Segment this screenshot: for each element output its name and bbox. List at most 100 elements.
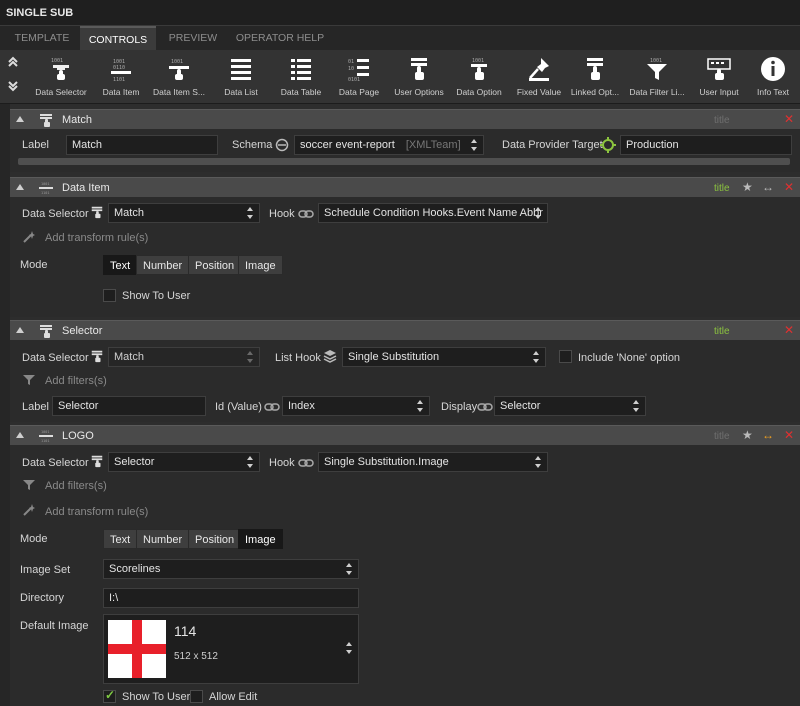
hook-select[interactable]: Single Substitution.Image [318, 452, 548, 472]
label-caption: Label [22, 139, 49, 151]
mode-number-button[interactable]: Number [136, 529, 190, 549]
panel-header-data-item[interactable]: 1001 1101 Data Item title ★ ↔ ✕ [10, 177, 800, 197]
tab-controls[interactable]: CONTROLS [80, 26, 156, 50]
left-gutter [0, 104, 10, 706]
data-selector-select[interactable]: Selector [108, 452, 260, 472]
data-option-icon: 1001 [471, 58, 487, 80]
toolbar-data-filter-list[interactable]: 1001 Data Filter Li... [626, 54, 688, 102]
include-none-checkbox[interactable] [559, 350, 572, 363]
star-icon[interactable]: ★ [742, 428, 753, 442]
filter-icon: 1001 [647, 58, 667, 80]
panel-body-logo: Data Selector Selector Hook Single Subst… [10, 445, 800, 706]
image-set-value: Scorelines [109, 563, 161, 575]
panel-tag: title [714, 183, 730, 194]
show-to-user-checkbox[interactable] [103, 289, 116, 302]
spin-icon [346, 562, 353, 576]
data-table-icon [291, 59, 311, 80]
add-transform-link[interactable]: Add transform rule(s) [45, 232, 148, 244]
toolbar-info-text[interactable]: Info Text [746, 54, 800, 102]
data-selector-select[interactable]: Match [108, 347, 260, 367]
list-hook-select[interactable]: Single Substitution [342, 347, 546, 367]
mode-caption: Mode [20, 533, 48, 545]
mode-text-button[interactable]: Text [103, 255, 138, 275]
toolbar-scroll[interactable] [6, 54, 28, 104]
close-icon[interactable]: ✕ [784, 180, 794, 194]
data-item-icon: 1001 1101 [39, 430, 53, 443]
toolbar-data-selector[interactable]: 1001 Data Selector [30, 54, 92, 102]
schema-source: [XMLTeam] [405, 139, 461, 151]
panel-header-logo[interactable]: 1001 1101 LOGO title ★ ↔ ✕ [10, 425, 800, 445]
mode-position-button[interactable]: Position [188, 255, 242, 275]
close-icon[interactable]: ✕ [784, 323, 794, 337]
wand-icon [23, 504, 35, 516]
data-selector-select[interactable]: Match [108, 203, 260, 223]
hook-select[interactable]: Schedule Condition Hooks.Event Name Abbr [318, 203, 548, 223]
collapse-icon[interactable] [16, 432, 24, 438]
mode-text-button[interactable]: Text [103, 529, 138, 549]
show-to-user-label: Show To User [122, 290, 191, 302]
target-input[interactable]: Production [620, 135, 792, 155]
tab-operator-help[interactable]: OPERATOR HELP [232, 26, 328, 50]
spin-icon [535, 206, 542, 220]
display-select[interactable]: Selector [494, 396, 646, 416]
hook-value: Single Substitution.Image [324, 456, 449, 468]
wand-icon [23, 231, 35, 243]
toolbar-data-item-s[interactable]: 1001 Data Item S... [148, 54, 210, 102]
double-chevron-icon [8, 56, 18, 92]
toolbar-data-page[interactable]: 01 10 0101 Data Page [328, 54, 390, 102]
data-selector-icon: 1001 [51, 58, 69, 80]
schema-select[interactable]: soccer event-report [XMLTeam] [294, 135, 484, 155]
svg-text:1001: 1001 [472, 58, 484, 64]
collapse-icon[interactable] [16, 327, 24, 333]
toolbar-data-item[interactable]: 1001 0110 1101 Data Item [90, 54, 152, 102]
panel-header-match[interactable]: Match title ✕ [10, 109, 800, 129]
add-transform-link[interactable]: Add transform rule(s) [45, 506, 148, 518]
label-input[interactable]: Selector [52, 396, 206, 416]
tab-template[interactable]: TEMPLATE [8, 26, 76, 50]
data-selector-caption: Data Selector [22, 208, 89, 220]
tab-preview[interactable]: PREVIEW [160, 26, 226, 50]
spin-icon [471, 138, 478, 152]
horizontal-scrollbar[interactable] [18, 158, 790, 165]
mode-number-button[interactable]: Number [136, 255, 190, 275]
data-selector-value: Selector [114, 456, 155, 468]
star-icon[interactable]: ★ [742, 180, 753, 194]
toolbar-fixed-value[interactable]: Fixed Value [508, 54, 570, 102]
directory-input[interactable]: I:\ [103, 588, 359, 608]
mode-image-button[interactable]: Image [238, 255, 283, 275]
show-to-user-checkbox[interactable] [103, 688, 116, 703]
link-arrows-icon[interactable]: ↔ [762, 428, 774, 442]
display-value: Selector [500, 400, 541, 412]
link-icon [298, 210, 314, 218]
keyboard-icon [707, 58, 731, 80]
panel-header-selector[interactable]: Selector title ✕ [10, 320, 800, 340]
collapse-icon[interactable] [16, 184, 24, 190]
close-icon[interactable]: ✕ [784, 112, 794, 126]
mode-image-button[interactable]: Image [238, 529, 283, 549]
svg-text:1001: 1001 [51, 58, 63, 64]
spin-icon [417, 399, 424, 413]
add-filters-link[interactable]: Add filters(s) [45, 375, 107, 387]
toolbar-data-list[interactable]: Data List [210, 54, 272, 102]
toolbar-linked-options[interactable]: Linked Opt... [564, 54, 626, 102]
image-set-select[interactable]: Scorelines [103, 559, 359, 579]
id-value-select[interactable]: Index [282, 396, 430, 416]
allow-edit-checkbox[interactable] [190, 690, 203, 703]
add-filters-link[interactable]: Add filters(s) [45, 480, 107, 492]
toolbar-user-options[interactable]: User Options [388, 54, 450, 102]
collapse-icon[interactable] [16, 116, 24, 122]
toolbar-data-table[interactable]: Data Table [270, 54, 332, 102]
filter-icon [23, 375, 35, 385]
default-image-caption: Default Image [20, 620, 89, 632]
label-input[interactable]: Match [66, 135, 218, 155]
panel-title: LOGO [62, 430, 94, 442]
data-selector-caption: Data Selector [22, 457, 89, 469]
close-icon[interactable]: ✕ [784, 428, 794, 442]
mode-position-button[interactable]: Position [188, 529, 242, 549]
default-image-select[interactable]: 114 512 x 512 [103, 614, 359, 684]
toolbar-user-input[interactable]: User Input [688, 54, 750, 102]
link-arrows-icon[interactable]: ↔ [762, 180, 774, 194]
pin-icon [529, 58, 549, 81]
filter-icon [23, 480, 35, 490]
toolbar-data-option[interactable]: 1001 Data Option [448, 54, 510, 102]
